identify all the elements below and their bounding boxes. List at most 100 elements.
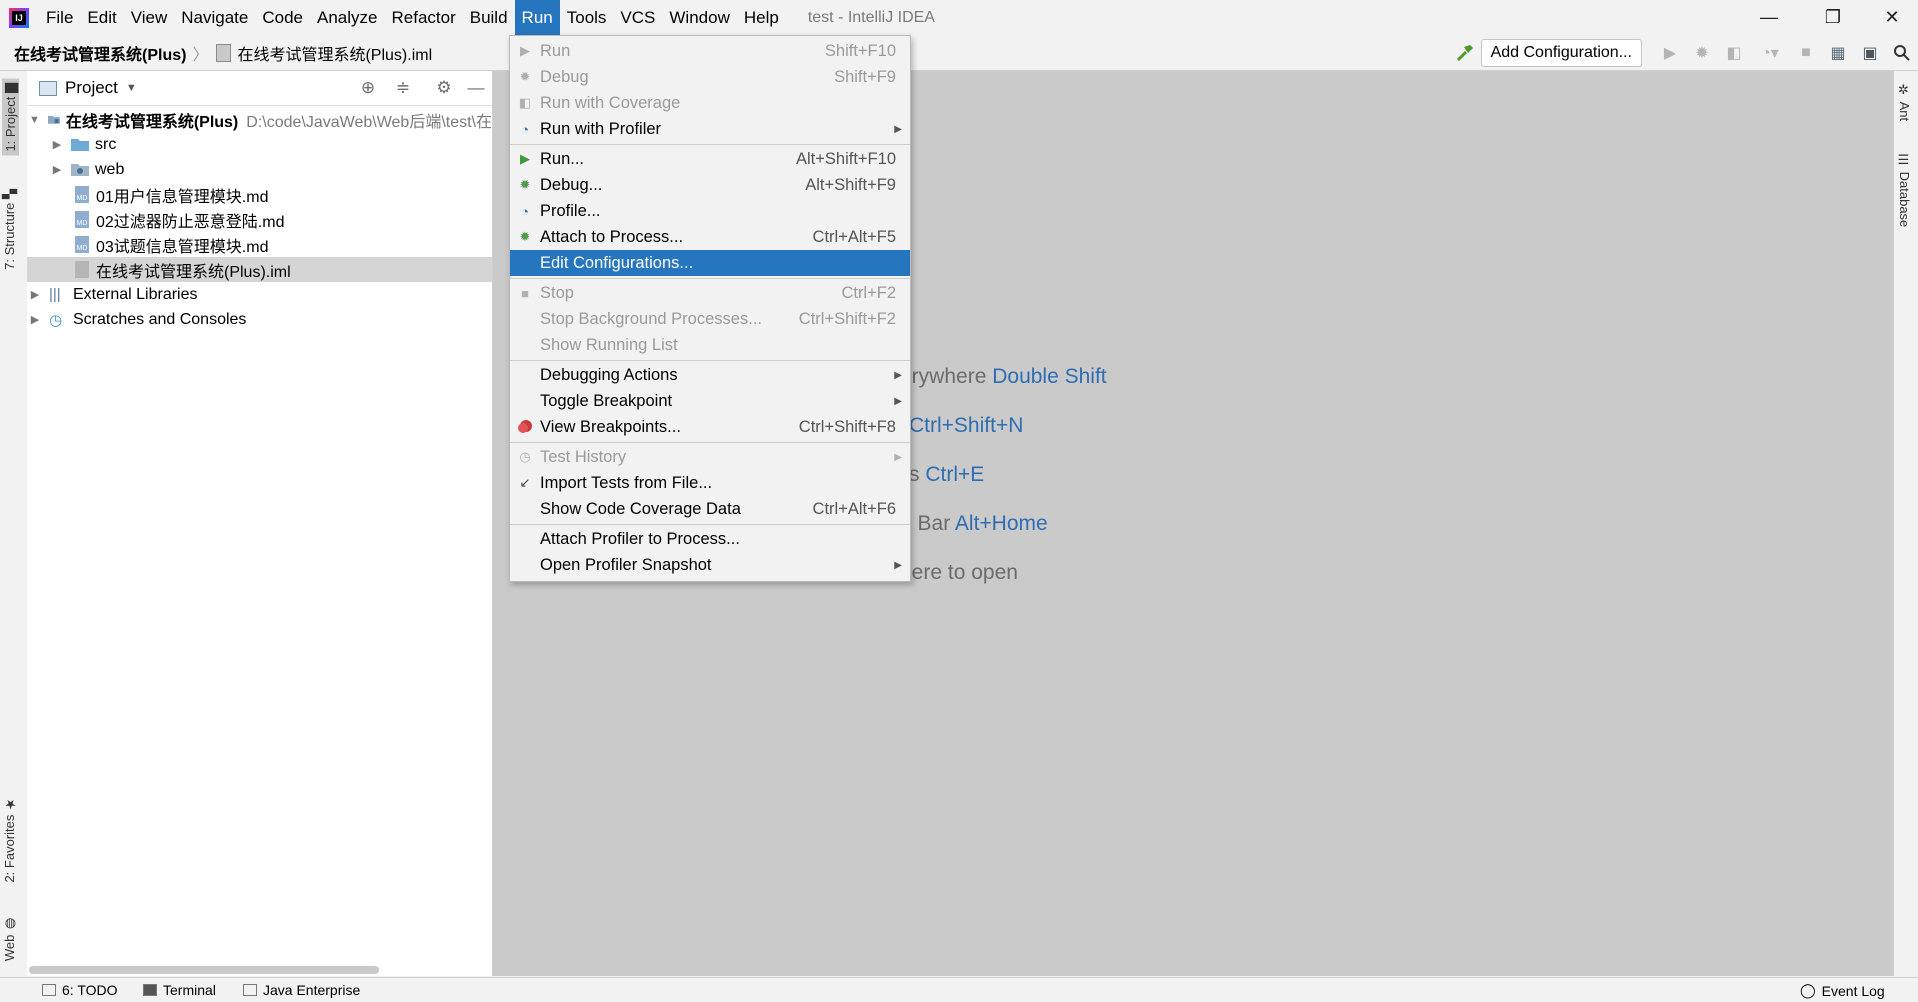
- tab-structure[interactable]: 7: Structure ▚: [2, 189, 17, 270]
- menu-item-attach-to-process[interactable]: ✹ Attach to Process... Ctrl+Alt+F5: [510, 224, 910, 250]
- menu-build[interactable]: Build: [463, 0, 515, 35]
- restore-button[interactable]: ❐: [1807, 0, 1859, 35]
- main-toolbar: Add Configuration... ▶ ✹ ◧ ◔▾ ■ ▦ ▣: [1449, 35, 1918, 70]
- menu-item-open-profiler-snapshot[interactable]: Open Profiler Snapshot ▶: [510, 552, 910, 578]
- gear-icon[interactable]: ⚙: [433, 77, 455, 99]
- menu-item-stop[interactable]: ■ Stop Ctrl+F2: [510, 280, 910, 306]
- blank-icon: [516, 366, 534, 384]
- close-window-button[interactable]: ✕: [1866, 0, 1918, 35]
- locate-target-icon[interactable]: ⊕: [357, 77, 379, 99]
- tree-item-src[interactable]: ▶ src: [27, 132, 492, 157]
- horizontal-scrollbar[interactable]: [29, 966, 379, 974]
- module-folder-icon: [47, 115, 60, 124]
- tree-item-md[interactable]: MD 02过滤器防止恶意登陆.md: [27, 207, 492, 232]
- breadcrumb-file[interactable]: 在线考试管理系统(Plus).iml: [237, 41, 432, 65]
- tree-item-iml[interactable]: 在线考试管理系统(Plus).iml: [27, 257, 492, 282]
- bottom-tool-bar: 6: TODO Terminal Java Enterprise ◯ Event…: [0, 977, 1918, 1002]
- menu-edit[interactable]: Edit: [80, 0, 123, 35]
- menu-run[interactable]: Run: [514, 0, 560, 35]
- menu-item-edit-configurations[interactable]: Edit Configurations...: [510, 250, 910, 276]
- menu-item-show-code-coverage[interactable]: Show Code Coverage Data Ctrl+Alt+F6: [510, 496, 910, 522]
- star-icon: ★: [2, 796, 17, 811]
- menu-item-attach-profiler[interactable]: Attach Profiler to Process...: [510, 526, 910, 552]
- tab-favorites[interactable]: 2: Favorites ★: [2, 796, 17, 883]
- menu-navigate[interactable]: Navigate: [174, 0, 255, 35]
- menu-analyze[interactable]: Analyze: [310, 0, 384, 35]
- menu-item-debug-dialog[interactable]: ✹ Debug... Alt+Shift+F9: [510, 172, 910, 198]
- expand-arrow-icon[interactable]: ▼: [29, 114, 40, 126]
- tab-todo[interactable]: 6: TODO: [42, 982, 118, 998]
- history-icon: ◷: [519, 449, 531, 464]
- scratches-icon: ◷: [49, 311, 63, 329]
- tree-item-scratches[interactable]: ▶ ◷ Scratches and Consoles: [27, 307, 492, 332]
- menu-item-import-tests[interactable]: ↙ Import Tests from File...: [510, 470, 910, 496]
- tab-web[interactable]: Web ◍: [2, 916, 17, 961]
- menu-item-debugging-actions[interactable]: Debugging Actions ▶: [510, 362, 910, 388]
- profiler-icon: ◔: [521, 121, 529, 137]
- source-folder-icon: [71, 139, 89, 151]
- tab-event-log[interactable]: ◯ Event Log: [1800, 982, 1885, 999]
- hide-panel-icon[interactable]: —: [465, 77, 487, 99]
- build-hammer-icon[interactable]: [1452, 40, 1478, 66]
- expand-arrow-icon[interactable]: ▶: [29, 313, 41, 326]
- database-icon: ☰: [1897, 153, 1912, 172]
- breadcrumb: 在线考试管理系统(Plus) 〉 在线考试管理系统(Plus).iml: [0, 41, 432, 65]
- tree-item-external-libraries[interactable]: ▶ ||| External Libraries: [27, 282, 492, 307]
- collapse-all-icon[interactable]: ≑: [392, 77, 414, 99]
- breakpoints-icon: [516, 418, 534, 436]
- menu-item-stop-background-processes[interactable]: Stop Background Processes... Ctrl+Shift+…: [510, 306, 910, 332]
- stop-icon[interactable]: ■: [1793, 40, 1819, 66]
- menu-item-show-running-list[interactable]: Show Running List: [510, 332, 910, 358]
- breadcrumb-separator: 〉: [192, 46, 209, 64]
- menu-window[interactable]: Window: [662, 0, 736, 35]
- tab-database[interactable]: ☰ Database: [1897, 153, 1912, 227]
- coverage-icon[interactable]: ◧: [1721, 40, 1747, 66]
- debug-icon[interactable]: ✹: [1689, 40, 1715, 66]
- menu-vcs[interactable]: VCS: [613, 0, 662, 35]
- expand-arrow-icon[interactable]: ▶: [51, 138, 63, 151]
- menu-tools[interactable]: Tools: [560, 0, 614, 35]
- menu-item-run-dialog[interactable]: ▶ Run... Alt+Shift+F10: [510, 146, 910, 172]
- menu-file[interactable]: File: [39, 0, 80, 35]
- tree-root-label: 在线考试管理系统(Plus): [65, 113, 239, 131]
- profiler-dropdown-icon[interactable]: ◔▾: [1753, 40, 1787, 66]
- project-view-selector[interactable]: Project ▼: [39, 78, 137, 98]
- library-icon: |||: [49, 286, 61, 303]
- minimize-button[interactable]: —: [1743, 0, 1795, 35]
- menu-item-profile[interactable]: ◔ Profile...: [510, 198, 910, 224]
- add-configuration-button[interactable]: Add Configuration...: [1480, 38, 1642, 67]
- menu-item-run-with-coverage[interactable]: ◧ Run with Coverage: [510, 90, 910, 116]
- menu-item-debug[interactable]: ✹ Debug Shift+F9: [510, 64, 910, 90]
- menu-view[interactable]: View: [124, 0, 175, 35]
- tab-project[interactable]: 1: Project ▇: [2, 79, 19, 156]
- tab-java-enterprise[interactable]: Java Enterprise: [243, 982, 360, 998]
- expand-arrow-icon[interactable]: ▶: [29, 288, 41, 301]
- tree-item-label: 01用户信息管理模块.md: [96, 188, 269, 206]
- tree-item-md[interactable]: MD 03试题信息管理模块.md: [27, 232, 492, 257]
- markdown-file-icon: MD: [75, 211, 89, 228]
- search-icon[interactable]: [1889, 40, 1915, 66]
- tab-terminal[interactable]: Terminal: [143, 982, 216, 998]
- run-anything-icon[interactable]: ▣: [1857, 40, 1883, 66]
- menu-refactor[interactable]: Refactor: [384, 0, 462, 35]
- menu-item-run-with-profiler[interactable]: ◔ Run with Profiler ▶: [510, 116, 910, 142]
- tab-ant[interactable]: ✲ Ant: [1897, 83, 1912, 121]
- expand-arrow-icon[interactable]: ▶: [51, 163, 63, 176]
- tree-item-web[interactable]: ▶ web: [27, 157, 492, 182]
- menu-item-test-history[interactable]: ◷ Test History ▶: [510, 444, 910, 470]
- menu-help[interactable]: Help: [737, 0, 786, 35]
- menu-item-run[interactable]: ▶ Run Shift+F10: [510, 38, 910, 64]
- breadcrumb-project[interactable]: 在线考试管理系统(Plus): [14, 41, 186, 65]
- tree-item-label: web: [95, 160, 125, 178]
- tree-item-md[interactable]: MD 01用户信息管理模块.md: [27, 182, 492, 207]
- run-icon[interactable]: ▶: [1657, 40, 1683, 66]
- java-enterprise-icon: [243, 984, 257, 996]
- navigation-bar: 在线考试管理系统(Plus) 〉 在线考试管理系统(Plus).iml Add …: [0, 35, 1918, 71]
- menu-item-view-breakpoints[interactable]: View Breakpoints... Ctrl+Shift+F8: [510, 414, 910, 440]
- project-structure-icon[interactable]: ▦: [1825, 40, 1851, 66]
- menu-item-toggle-breakpoint[interactable]: Toggle Breakpoint ▶: [510, 388, 910, 414]
- run-menu-dropdown: ▶ Run Shift+F10 ✹ Debug Shift+F9 ◧ Run w…: [509, 35, 911, 582]
- menu-code[interactable]: Code: [255, 0, 310, 35]
- tree-root[interactable]: ▼ 在线考试管理系统(Plus) D:\code\JavaWeb\Web后端\t…: [27, 107, 492, 132]
- stop-icon: ■: [521, 285, 529, 301]
